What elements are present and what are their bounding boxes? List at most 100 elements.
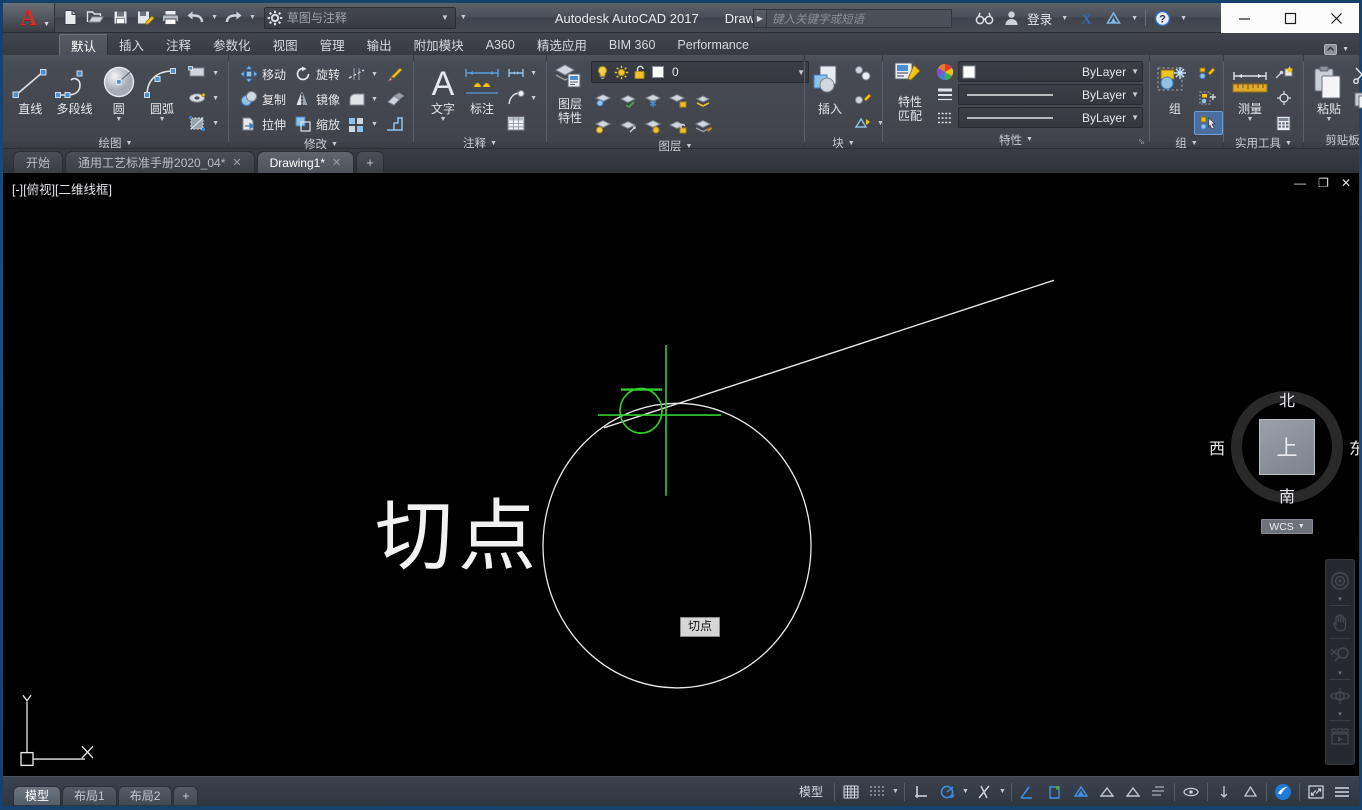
user-account-icon-button[interactable] — [1000, 7, 1022, 29]
ribbon-tab-output[interactable]: 输出 — [356, 34, 403, 55]
tool-stretch[interactable]: 拉伸 — [235, 112, 289, 136]
zoom-button[interactable] — [1327, 640, 1353, 670]
tool-copy[interactable]: 复制 — [235, 87, 289, 111]
layer-make-current-button[interactable] — [691, 88, 715, 112]
tool-match-properties[interactable] — [381, 62, 408, 86]
tool-quick-select[interactable] — [1270, 61, 1297, 85]
redo-button[interactable] — [222, 7, 245, 29]
tool-point-id[interactable] — [1270, 86, 1297, 110]
tool-move[interactable]: 移动 — [235, 62, 289, 86]
layout-tab-model[interactable]: 模型 — [13, 785, 62, 805]
new-file-button[interactable] — [59, 7, 82, 29]
maximize-button[interactable] — [1267, 3, 1313, 33]
tool-edit-block[interactable] — [849, 86, 887, 110]
help-button[interactable]: ? — [1151, 7, 1173, 29]
chevron-down-icon[interactable]: ▼ — [208, 70, 219, 77]
chevron-down-icon[interactable]: ▼ — [367, 96, 378, 103]
infocenter-search[interactable]: ▶ 键入关键字或短语 — [753, 8, 952, 29]
ribbon-tab-home[interactable]: 默认 — [59, 34, 109, 55]
tool-scale[interactable]: 缩放 — [289, 112, 343, 136]
file-tab-manual[interactable]: 通用工艺标准手册2020_04* ✕ — [65, 151, 255, 173]
ribbon-tab-a360[interactable]: A360 — [475, 34, 526, 55]
tool-dimension[interactable]: 标注 — [462, 59, 502, 116]
chevron-down-icon[interactable]: ▼ — [367, 71, 378, 78]
redo-dropdown-button[interactable]: ▼ — [247, 14, 258, 21]
layer-on-button[interactable] — [591, 114, 615, 138]
polar-tracking-toggle[interactable] — [934, 780, 960, 804]
ribbon-minimize-button[interactable]: ▼ — [1324, 44, 1359, 55]
layer-turn-off-button[interactable] — [616, 114, 640, 138]
viewcube-west-label[interactable]: 西 — [1209, 435, 1225, 459]
snap-settings-dropdown[interactable]: ▼ — [890, 788, 901, 795]
ribbon-tab-view[interactable]: 视图 — [262, 34, 309, 55]
panel-title-layers[interactable]: 图层 ▼ — [547, 138, 804, 154]
lineweight-dropdown[interactable]: ByLayer ▼ — [958, 84, 1143, 105]
tool-text[interactable]: A 文字 ▼ — [424, 59, 462, 124]
object-snap-tracking-toggle[interactable] — [1015, 780, 1041, 804]
plot-button[interactable] — [159, 7, 182, 29]
tool-cut[interactable] — [1348, 63, 1362, 87]
close-button[interactable] — [1313, 3, 1359, 33]
ucs-selector[interactable]: WCS ▼ — [1261, 519, 1313, 534]
tool-measure[interactable]: 测量 ▼ — [1230, 59, 1270, 124]
ortho-mode-toggle[interactable] — [908, 780, 934, 804]
layout-tab-layout1[interactable]: 布局1 — [62, 785, 117, 805]
tool-region[interactable]: ▼ — [184, 111, 222, 135]
pan-button[interactable] — [1327, 607, 1353, 637]
layer-lock-button[interactable] — [666, 88, 690, 112]
exchange-apps-button[interactable]: X — [1075, 7, 1097, 29]
chevron-down-icon[interactable]: ▼ — [1247, 116, 1254, 124]
tool-hatch[interactable]: ▼ — [184, 86, 222, 110]
tool-explode[interactable] — [381, 112, 408, 136]
tool-circle[interactable]: 圆 ▼ — [98, 59, 141, 124]
sign-in-label[interactable]: 登录 — [1027, 9, 1054, 28]
grid-display-toggle[interactable] — [838, 780, 864, 804]
showmotion-button[interactable] — [1327, 722, 1353, 752]
panel-title-utilities[interactable]: 实用工具 ▼ — [1224, 135, 1303, 151]
panel-title-properties[interactable]: 特性 ▼ — [883, 131, 1149, 148]
layout-tab-add[interactable]: + — [173, 785, 199, 805]
panel-title-annotation[interactable]: 注释 ▼ — [414, 135, 546, 151]
tool-edit-group[interactable] — [1194, 61, 1223, 85]
tool-arc[interactable]: 圆弧 ▼ — [140, 59, 184, 124]
tool-insert-block[interactable]: 插入 — [811, 59, 849, 116]
layer-isolate-button[interactable] — [591, 88, 615, 112]
chevron-down-icon[interactable]: ▼ — [526, 95, 537, 102]
tool-copy-clip[interactable] — [1348, 88, 1362, 112]
annotation-scale-button[interactable] — [1237, 780, 1263, 804]
tool-table[interactable] — [502, 111, 540, 135]
chevron-down-icon[interactable]: ▼ — [159, 116, 166, 124]
color-swatch-icon[interactable] — [651, 65, 665, 79]
linetype-icon[interactable] — [936, 109, 954, 127]
ribbon-tab-bim360[interactable]: BIM 360 — [598, 34, 667, 55]
layer-merge-button[interactable] — [691, 114, 715, 138]
properties-dialog-launcher[interactable]: ⬂ — [1138, 137, 1145, 146]
undo-button[interactable] — [184, 7, 207, 29]
dynamic-input-toggle[interactable] — [1067, 780, 1093, 804]
tool-fillet[interactable]: ▼ — [343, 87, 381, 111]
a360-dropdown[interactable]: ▼ — [1129, 15, 1140, 22]
chevron-down-icon[interactable]: ▼ — [367, 121, 378, 128]
tool-mirror[interactable]: 镜像 — [289, 87, 343, 111]
layer-unisolate-button[interactable] — [616, 88, 640, 112]
transparency-toggle[interactable] — [1119, 780, 1145, 804]
annotation-scale-auto-toggle[interactable] — [1211, 780, 1237, 804]
ribbon-tab-parametric[interactable]: 参数化 — [202, 34, 262, 55]
orbit-button[interactable] — [1327, 681, 1353, 711]
ribbon-tab-annotate[interactable]: 注释 — [155, 34, 202, 55]
tool-rotate[interactable]: 旋转 — [289, 62, 343, 86]
tool-polyline[interactable]: 多段线 — [52, 59, 98, 116]
workspace-selector[interactable]: 草图与注释 ▼ — [263, 6, 456, 29]
panel-title-modify[interactable]: 修改 ▼ — [229, 136, 413, 152]
tool-block-attributes[interactable]: ▼ — [849, 111, 887, 135]
close-icon[interactable]: ✕ — [332, 156, 341, 169]
chevron-down-icon[interactable]: ▼ — [115, 116, 122, 124]
tool-rectangle[interactable]: ▼ — [184, 61, 222, 85]
polar-settings-dropdown[interactable]: ▼ — [960, 788, 971, 795]
save-file-button[interactable] — [109, 7, 132, 29]
lineweight-icon[interactable] — [936, 86, 954, 104]
drawing-canvas[interactable]: [-][俯视][二维线框] — ❐ ✕ 切点 切点 北 南 西 东 上 WCS … — [3, 173, 1359, 776]
space-indicator[interactable]: 模型 — [791, 783, 831, 800]
color-wheel-icon[interactable] — [936, 63, 954, 81]
clean-screen-button[interactable] — [1303, 780, 1329, 804]
